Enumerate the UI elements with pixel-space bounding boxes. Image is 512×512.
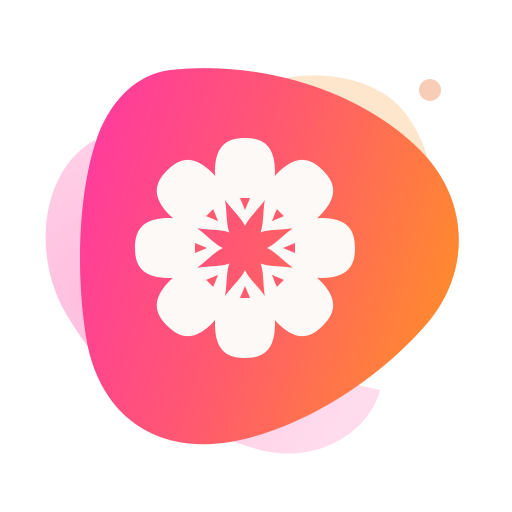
app-icon: [45, 68, 459, 454]
accent-dot: [419, 79, 441, 101]
app-icon-canvas: [0, 0, 512, 512]
